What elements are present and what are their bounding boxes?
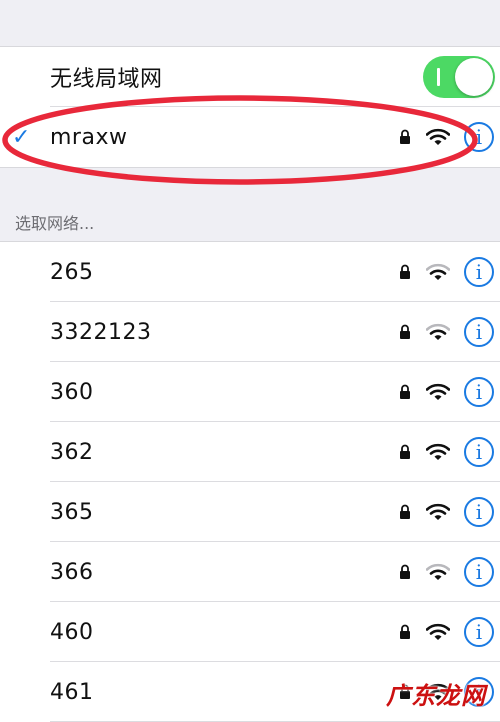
- wifi-group: 无线局域网 ✓ mraxw i: [0, 47, 500, 167]
- connected-network-name: mraxw: [50, 124, 128, 150]
- wifi-signal-icon: [426, 128, 450, 145]
- network-list: 265 i 3322123 i 360 i 362 i 365 i 366 i 460 i 461 i: [0, 242, 500, 722]
- network-row[interactable]: 360 i: [0, 362, 500, 422]
- info-button[interactable]: i: [464, 617, 494, 647]
- network-row[interactable]: 362 i: [0, 422, 500, 482]
- info-button[interactable]: i: [464, 122, 494, 152]
- lock-icon: [400, 444, 410, 459]
- network-name: 3322123: [50, 319, 152, 345]
- watermark-logo: 广东龙网: [386, 682, 486, 710]
- info-button[interactable]: i: [464, 557, 494, 587]
- wifi-signal-icon: [426, 443, 450, 460]
- info-button[interactable]: i: [464, 257, 494, 287]
- info-button[interactable]: i: [464, 497, 494, 527]
- network-name: 360: [50, 379, 94, 405]
- lock-icon: [400, 324, 410, 339]
- connected-network-row[interactable]: ✓ mraxw i: [0, 107, 500, 167]
- network-row[interactable]: 3322123 i: [0, 302, 500, 362]
- lock-icon: [400, 384, 410, 399]
- lock-icon: [400, 624, 410, 639]
- network-name: 365: [50, 499, 94, 525]
- lock-icon: [400, 264, 410, 279]
- toggle-knob[interactable]: [455, 58, 493, 96]
- info-button[interactable]: i: [464, 317, 494, 347]
- wifi-signal-icon: [426, 383, 450, 400]
- network-row[interactable]: 365 i: [0, 482, 500, 542]
- network-name: 366: [50, 559, 94, 585]
- network-row[interactable]: 265 i: [0, 242, 500, 302]
- wifi-signal-icon: [426, 263, 450, 280]
- toggle-on-indicator: [437, 68, 440, 86]
- network-row[interactable]: 366 i: [0, 542, 500, 602]
- wifi-signal-icon: [426, 503, 450, 520]
- network-name: 460: [50, 619, 94, 645]
- network-name: 265: [50, 259, 94, 285]
- wifi-signal-icon: [426, 323, 450, 340]
- top-spacer: [0, 0, 500, 47]
- network-name: 362: [50, 439, 94, 465]
- network-name: 461: [50, 679, 94, 705]
- lock-icon: [400, 129, 410, 144]
- wifi-signal-icon: [426, 563, 450, 580]
- checkmark-icon: ✓: [12, 124, 31, 150]
- section-header: 选取网络...: [15, 214, 95, 233]
- wifi-toggle-label: 无线局域网: [50, 67, 163, 92]
- network-row[interactable]: 460 i: [0, 602, 500, 662]
- lock-icon: [400, 564, 410, 579]
- lock-icon: [400, 504, 410, 519]
- info-button[interactable]: i: [464, 377, 494, 407]
- info-button[interactable]: i: [464, 437, 494, 467]
- section-spacer: 选取网络...: [0, 167, 500, 242]
- wifi-toggle-switch[interactable]: [423, 56, 495, 98]
- wifi-signal-icon: [426, 623, 450, 640]
